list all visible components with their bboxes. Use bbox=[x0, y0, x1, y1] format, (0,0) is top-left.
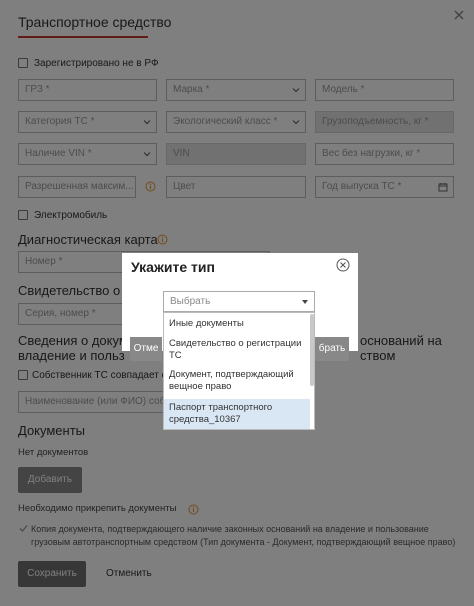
type-select-placeholder: Выбрать bbox=[170, 296, 211, 307]
type-select[interactable]: Выбрать bbox=[163, 291, 315, 312]
caret-down-icon bbox=[302, 300, 308, 304]
dropdown-option-highlighted[interactable]: Паспорт транспортного средства_10367 bbox=[164, 399, 310, 429]
dropdown-option[interactable]: Свидетельство о регистрации ТС bbox=[164, 338, 310, 362]
dropdown-option[interactable]: Иные документы bbox=[164, 318, 310, 330]
modal-close-icon[interactable] bbox=[336, 258, 350, 272]
vehicle-form-page: Транспортное средство Зарегистрировано н… bbox=[0, 0, 474, 606]
dropdown-scrollbar[interactable] bbox=[310, 314, 314, 386]
modal-title: Укажите тип bbox=[131, 259, 215, 275]
modal-select-button[interactable]: брать bbox=[315, 337, 349, 361]
modal-cancel-button[interactable]: Отме bbox=[130, 337, 162, 361]
dropdown-option[interactable]: Документ, подтверждающий вещное право bbox=[164, 369, 310, 393]
type-dropdown: Иные документы Свидетельство о регистрац… bbox=[163, 312, 315, 430]
